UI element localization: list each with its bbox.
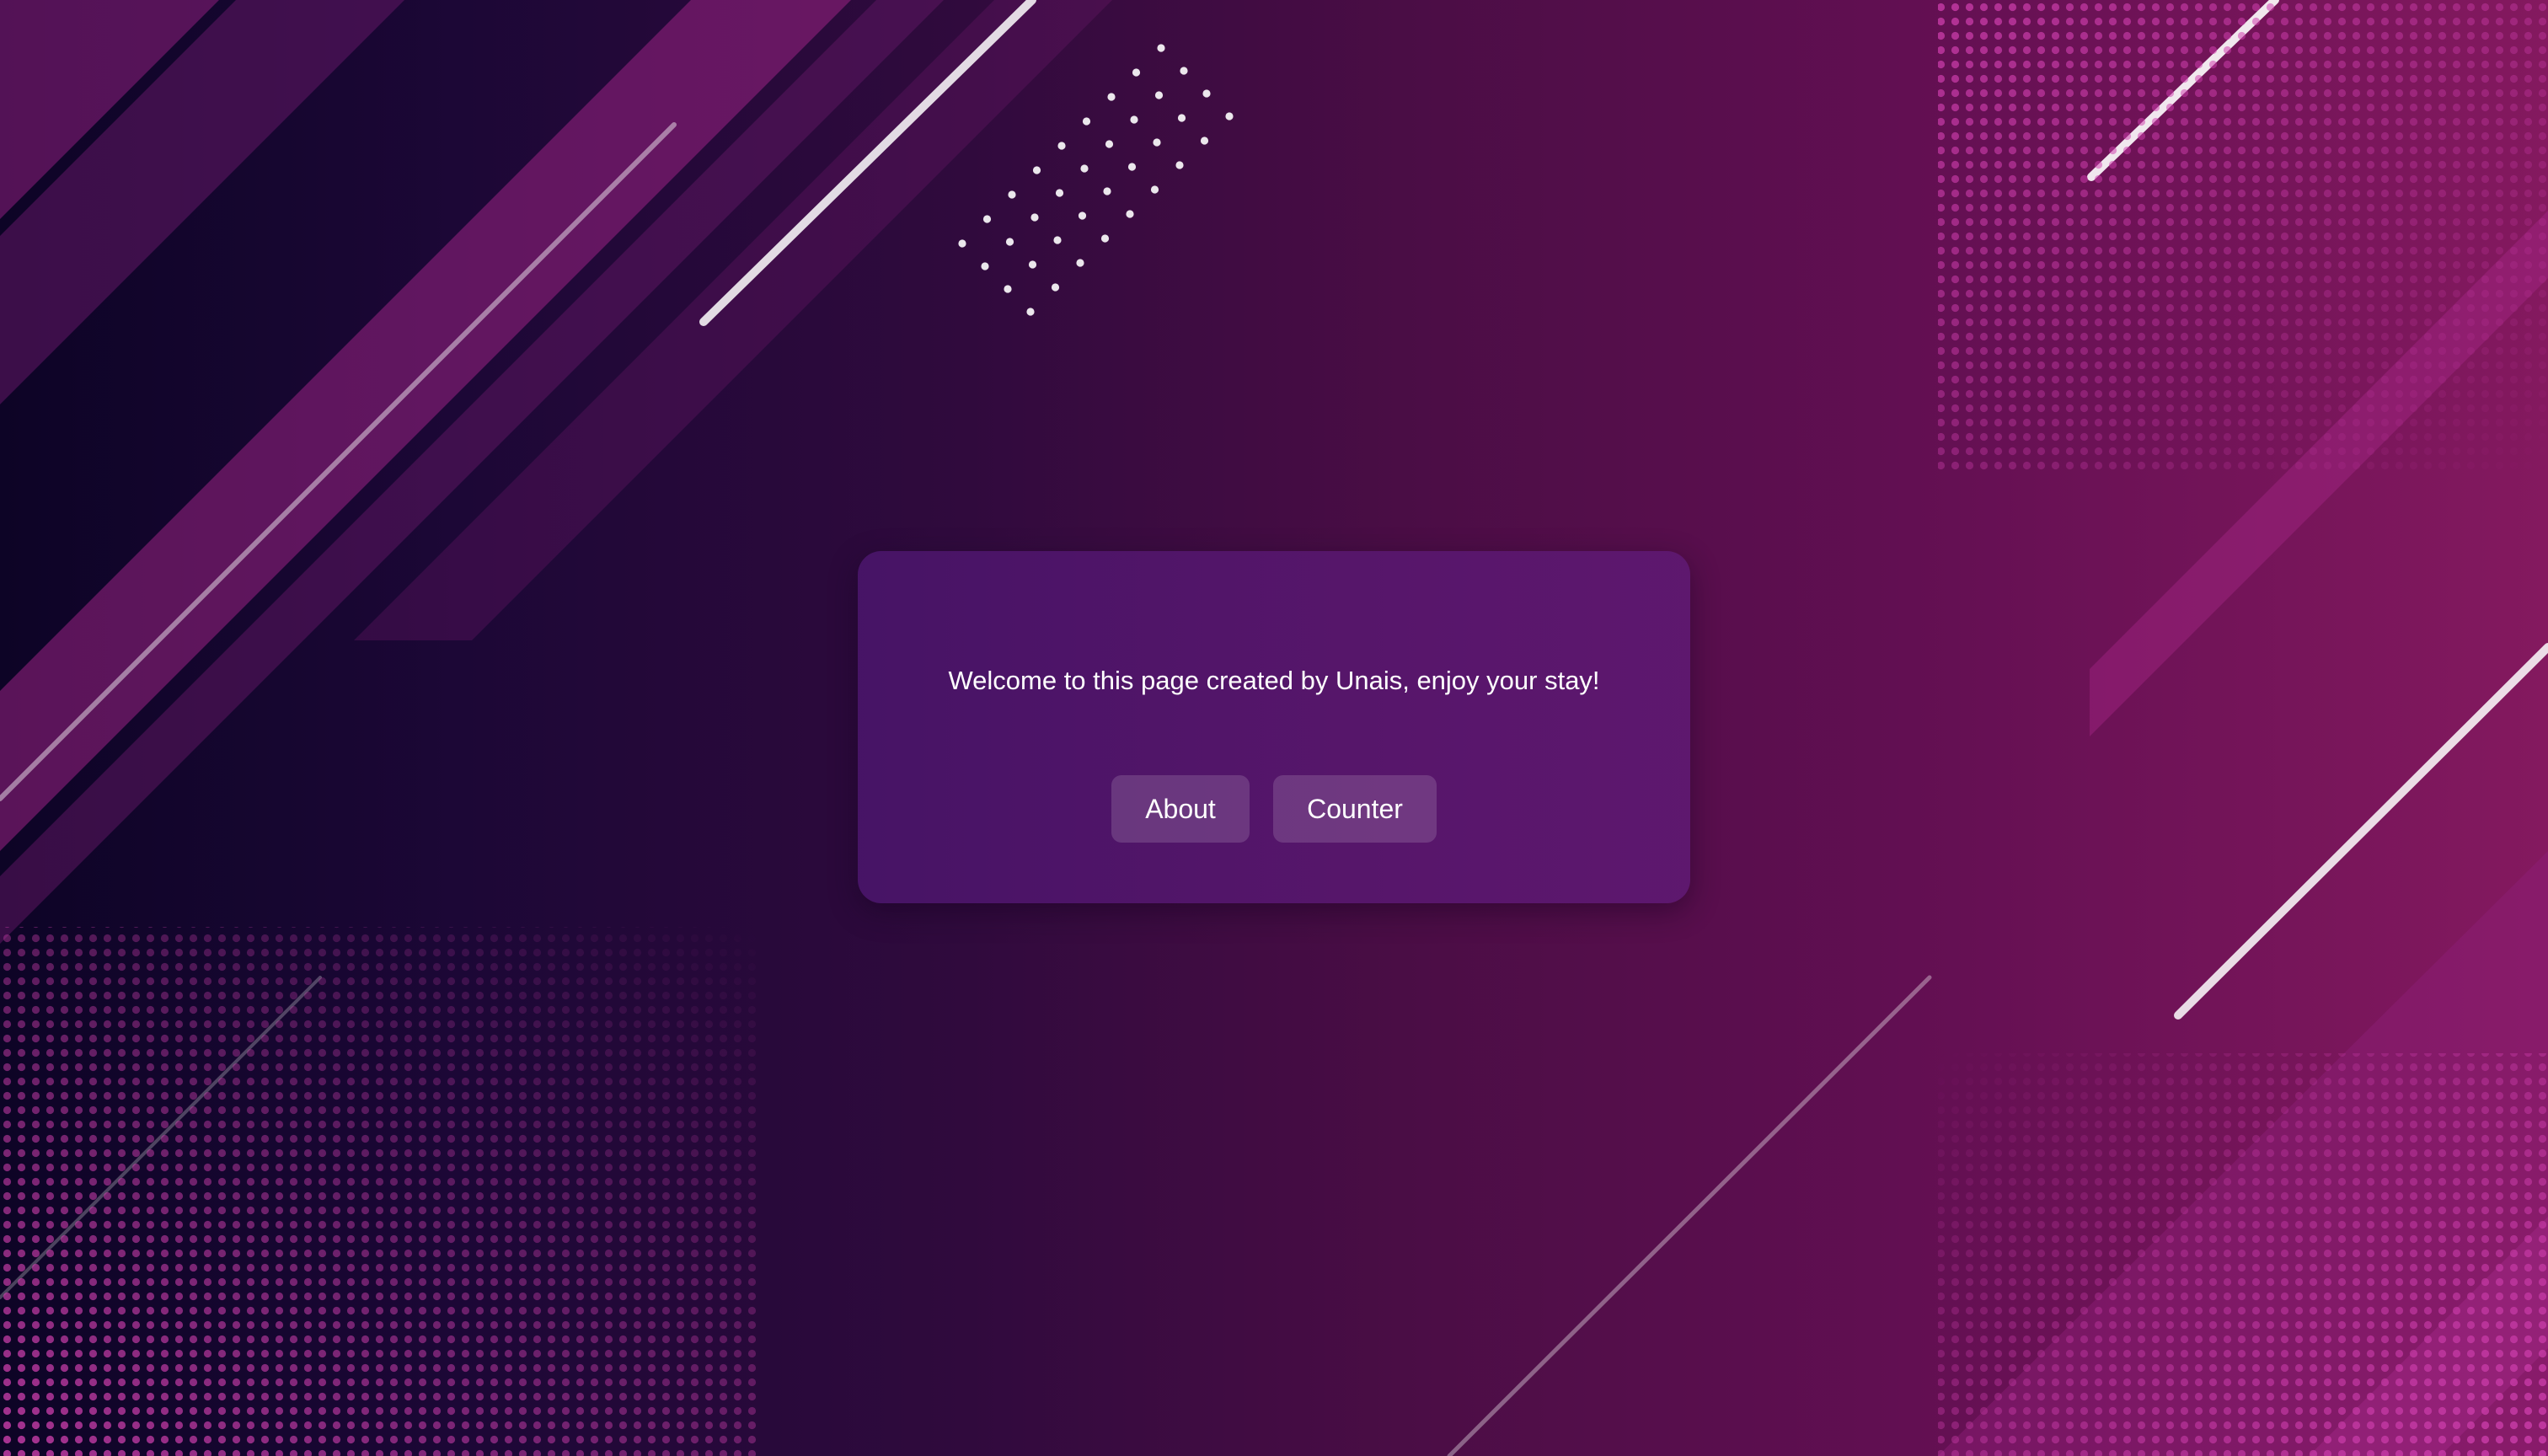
dot-field-top-right <box>1938 0 2548 472</box>
counter-button[interactable]: Counter <box>1273 775 1437 843</box>
welcome-card: Welcome to this page created by Unais, e… <box>858 551 1690 903</box>
dot-field-bottom-left <box>0 927 758 1456</box>
about-button[interactable]: About <box>1111 775 1250 843</box>
dot-field-bottom-right <box>1938 1053 2548 1456</box>
welcome-message: Welcome to this page created by Unais, e… <box>948 666 1600 695</box>
